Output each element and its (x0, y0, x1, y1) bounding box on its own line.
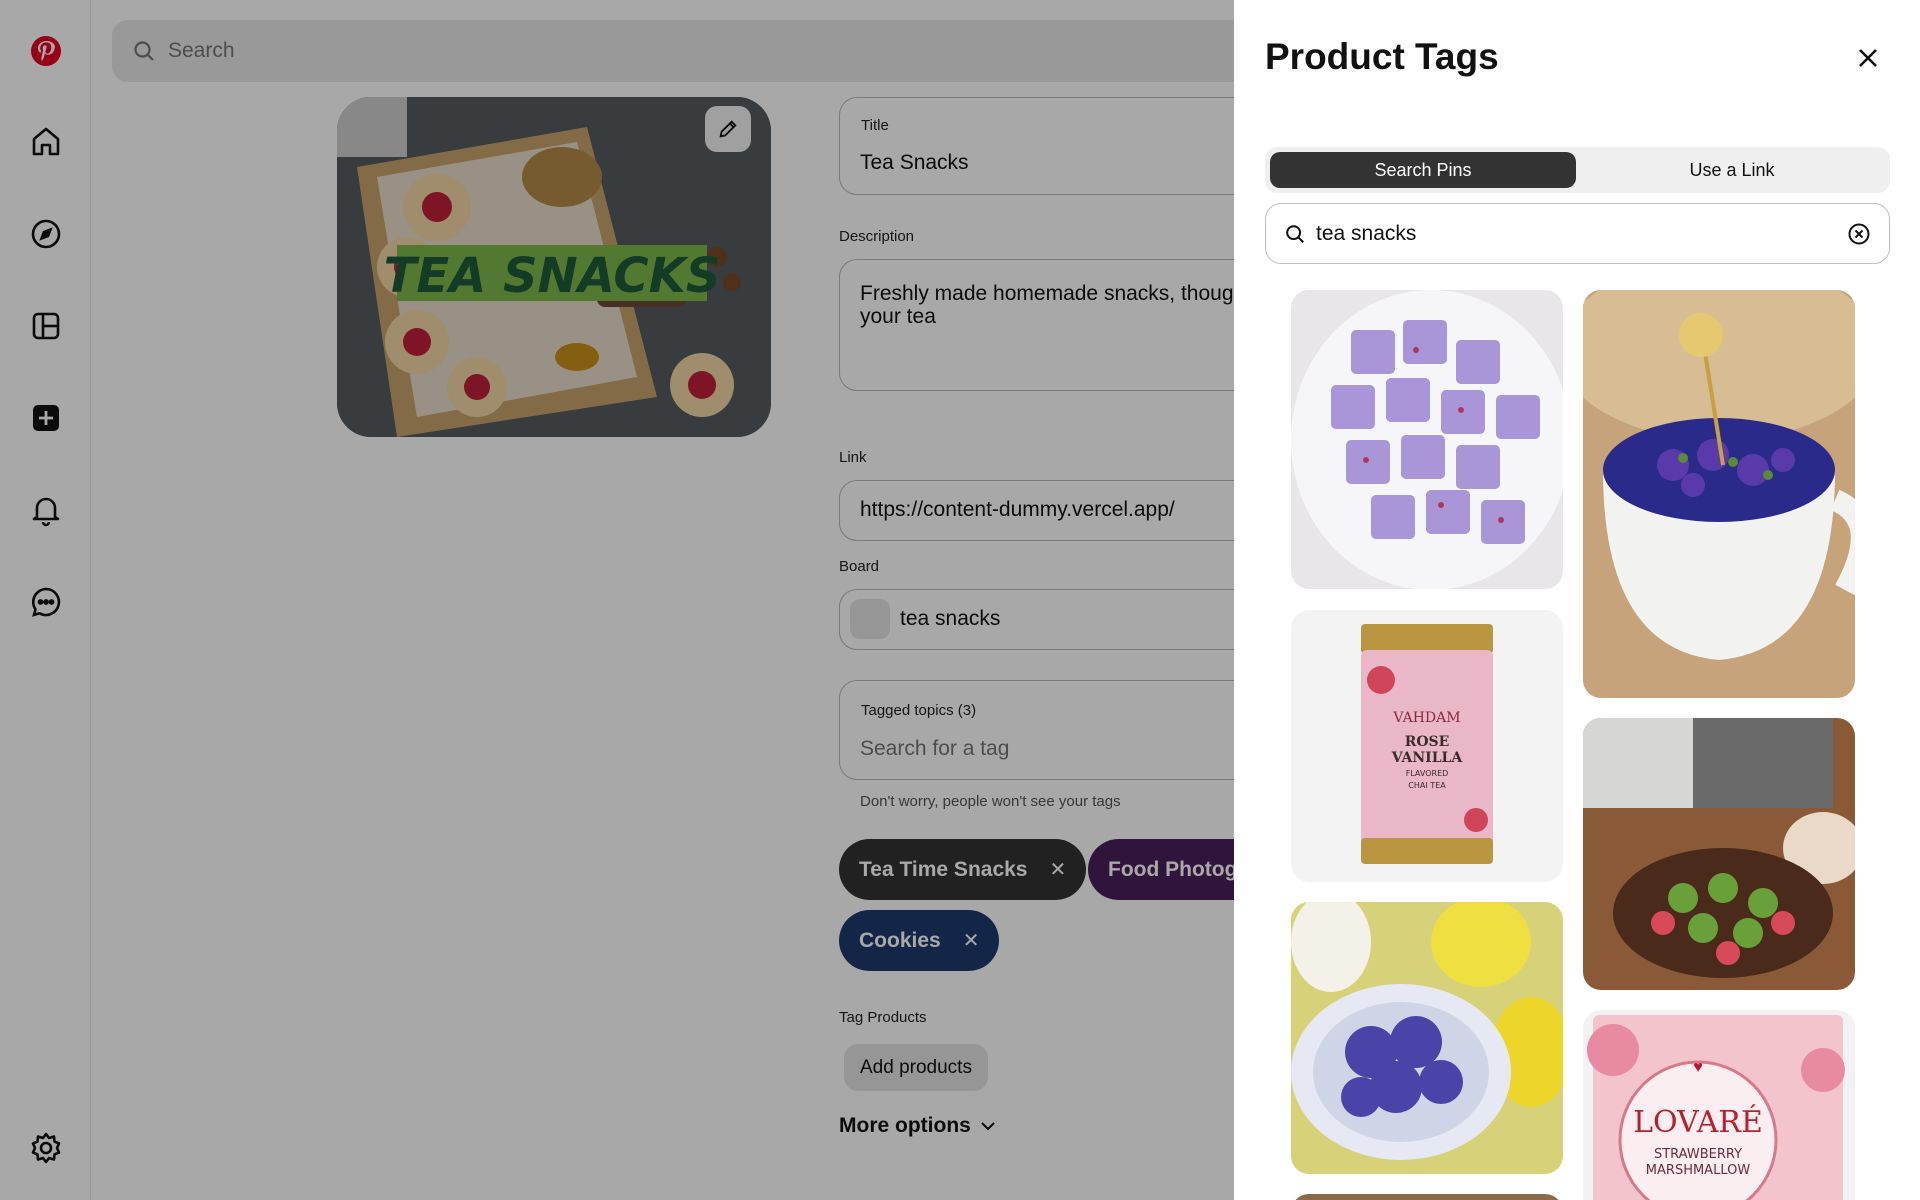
close-panel-button[interactable] (1850, 40, 1886, 76)
vahdam-line3: FLAVORED (1406, 769, 1449, 778)
vahdam-line1: ROSE (1405, 734, 1450, 750)
product-search-input[interactable]: tea snacks (1265, 203, 1890, 264)
source-tabs: Search Pins Use a Link (1265, 147, 1890, 193)
lovare-line1: STRAWBERRY (1654, 1147, 1742, 1162)
svg-text:♥: ♥ (1693, 1059, 1703, 1076)
modal-backdrop[interactable] (0, 0, 1234, 1200)
lovare-line2: MARSHMALLOW (1646, 1163, 1751, 1178)
result-partial[interactable] (1291, 1194, 1563, 1200)
result-purple-marshmallow-cubes[interactable] (1291, 290, 1563, 589)
product-tags-panel: Product Tags Search Pins Use a Link tea … (1234, 0, 1920, 1200)
vahdam-brand: VAHDAM (1392, 710, 1460, 726)
result-purple-heart-candies[interactable] (1291, 902, 1563, 1174)
vahdam-line2: VANILLA (1391, 750, 1464, 766)
tab-search-pins[interactable]: Search Pins (1270, 152, 1576, 188)
result-vahdam-tin[interactable]: VAHDAM ROSE VANILLA FLAVORED CHAI TEA (1291, 610, 1563, 882)
vahdam-line4: CHAI TEA (1408, 781, 1446, 790)
product-search-value: tea snacks (1316, 221, 1417, 245)
result-blue-flower-tea-cup[interactable] (1583, 290, 1855, 698)
result-lovare-tea-box[interactable]: ♥ LOVARÉ STRAWBERRY MARSHMALLOW (1583, 1010, 1855, 1200)
search-icon (1286, 224, 1304, 243)
lovare-brand: LOVARÉ (1633, 1104, 1763, 1140)
tab-use-a-link[interactable]: Use a Link (1579, 152, 1885, 188)
result-matcha-strawberry-chocolates[interactable] (1583, 718, 1855, 990)
panel-title: Product Tags (1265, 36, 1499, 77)
clear-search-icon[interactable] (1847, 222, 1871, 246)
close-icon (1859, 49, 1877, 67)
